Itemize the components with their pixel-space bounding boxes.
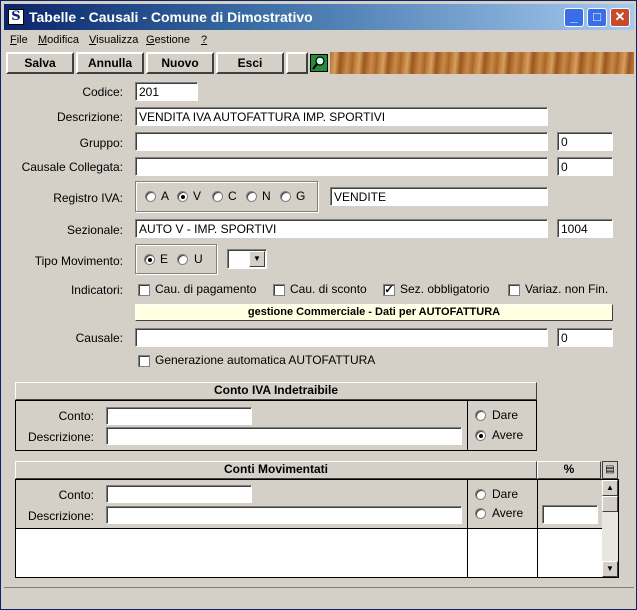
- maximize-button[interactable]: □: [587, 8, 607, 27]
- menu-gestione[interactable]: Gestione: [146, 34, 190, 46]
- minimize-button[interactable]: _: [564, 8, 584, 27]
- scroll-down-icon[interactable]: ▼: [602, 561, 618, 577]
- conti-mov-avere-radio[interactable]: [475, 508, 486, 519]
- registro-radio-a-label: A: [161, 189, 170, 203]
- title-bar: S Tabelle - Causali - Comune di Dimostra…: [4, 4, 634, 30]
- conti-mov-descrizione-input[interactable]: [106, 506, 462, 524]
- gruppo-input[interactable]: [135, 132, 548, 151]
- indicatore-cau-sconto-label: Cau. di sconto: [290, 282, 367, 296]
- causale-collegata-code-input[interactable]: 0: [557, 157, 613, 176]
- sezionale-code-input[interactable]: 1004: [557, 219, 613, 238]
- conto-iva-descrizione-input[interactable]: [106, 427, 462, 445]
- indicatore-variaz-label: Variaz. non Fin.: [525, 282, 609, 296]
- registro-radio-g[interactable]: [280, 191, 291, 202]
- registro-radio-c-label: C: [228, 189, 237, 203]
- indicatore-variaz-checkbox[interactable]: [508, 284, 520, 296]
- percent-header: %: [537, 461, 601, 479]
- registro-radio-v[interactable]: [177, 191, 188, 202]
- causale-code-input[interactable]: 0: [557, 328, 613, 347]
- conto-iva-avere-label: Avere: [492, 428, 524, 442]
- causale-label: Causale:: [75, 331, 123, 345]
- generazione-automatica-label: Generazione automatica AUTOFATTURA: [155, 353, 376, 367]
- indicatore-cau-pagamento-label: Cau. di pagamento: [155, 282, 257, 296]
- conto-iva-descrizione-label: Descrizione:: [27, 430, 94, 444]
- conti-mov-avere-label: Avere: [492, 506, 524, 520]
- descrizione-input[interactable]: VENDITA IVA AUTOFATTURA IMP. SPORTIVI: [135, 107, 548, 126]
- gestione-commerciale-bar: gestione Commerciale - Dati per AUTOFATT…: [135, 304, 613, 321]
- esci-button[interactable]: Esci: [216, 52, 284, 74]
- conti-mov-dare-radio[interactable]: [475, 489, 486, 500]
- vertical-scrollbar[interactable]: ▲ ▼: [602, 480, 618, 577]
- causale-collegata-label: Causale Collegata:: [21, 160, 123, 174]
- tipo-radio-e-label: E: [160, 252, 169, 266]
- registro-radio-n[interactable]: [246, 191, 257, 202]
- app-icon: S: [8, 9, 24, 25]
- tipo-radio-e[interactable]: [144, 254, 155, 265]
- conto-iva-header: Conto IVA Indetraibile: [15, 382, 537, 400]
- registro-radio-n-label: N: [262, 189, 271, 203]
- menu-bar: File Modifica Visualizza Gestione ?: [4, 32, 634, 50]
- gruppo-label: Gruppo:: [79, 136, 123, 150]
- indicatore-cau-pagamento-checkbox[interactable]: [138, 284, 150, 296]
- menu-modifica[interactable]: Modifica: [38, 34, 79, 46]
- scroll-up-icon[interactable]: ▲: [602, 480, 618, 496]
- conti-movimentati-header: Conti Movimentati: [15, 461, 537, 479]
- sezionale-label: Sezionale:: [66, 223, 123, 237]
- menu-file[interactable]: File: [10, 34, 28, 46]
- conti-mov-conto-label: Conto:: [58, 488, 94, 502]
- menu-help[interactable]: ?: [201, 34, 207, 46]
- annulla-button[interactable]: Annulla: [76, 52, 144, 74]
- search-icon[interactable]: [310, 54, 328, 72]
- scroll-thumb[interactable]: [602, 496, 618, 512]
- conto-iva-conto-label: Conto:: [58, 409, 94, 423]
- tipo-movimento-combo[interactable]: ▼: [227, 249, 267, 269]
- conti-mov-dare-label: Dare: [492, 487, 519, 501]
- salva-button[interactable]: Salva: [6, 52, 74, 74]
- codice-input[interactable]: 201: [135, 82, 198, 101]
- list-options-icon[interactable]: ▤: [602, 461, 618, 479]
- registro-iva-group: A V C N G: [135, 181, 318, 212]
- registro-radio-a[interactable]: [145, 191, 156, 202]
- nuovo-button[interactable]: Nuovo: [146, 52, 214, 74]
- blank-tool-button[interactable]: [286, 52, 308, 74]
- conti-movimentati-grid: Conto: Descrizione: Dare Avere ▲ ▼: [15, 479, 619, 578]
- percent-input[interactable]: [542, 505, 598, 524]
- tipo-movimento-group: E U: [135, 244, 217, 274]
- menu-visualizza[interactable]: Visualizza: [89, 34, 138, 46]
- generazione-automatica-checkbox[interactable]: [138, 355, 150, 367]
- toolbar: Salva Annulla Nuovo Esci: [4, 51, 634, 75]
- registro-radio-c[interactable]: [212, 191, 223, 202]
- indicatore-sez-obbligatorio-label: Sez. obbligatorio: [400, 282, 490, 296]
- conto-iva-dare-radio[interactable]: [475, 410, 486, 421]
- descrizione-label: Descrizione:: [56, 110, 123, 124]
- status-bar: [4, 587, 634, 607]
- indicatore-sez-obbligatorio-checkbox[interactable]: ✓: [383, 284, 395, 296]
- tipo-radio-u-label: U: [194, 252, 203, 266]
- registro-radio-v-label: V: [193, 189, 202, 203]
- close-button[interactable]: ✕: [610, 8, 630, 27]
- conto-iva-conto-input[interactable]: [106, 407, 252, 425]
- registro-radio-g-label: G: [296, 189, 306, 203]
- registro-iva-input[interactable]: VENDITE: [330, 187, 548, 206]
- tipo-movimento-label: Tipo Movimento:: [34, 254, 123, 268]
- window-title: Tabelle - Causali - Comune di Dimostrati…: [29, 9, 313, 25]
- toolbar-banner: [330, 52, 634, 74]
- indicatore-cau-sconto-checkbox[interactable]: [273, 284, 285, 296]
- conto-iva-dare-label: Dare: [492, 408, 519, 422]
- gruppo-code-input[interactable]: 0: [557, 132, 613, 151]
- tipo-radio-u[interactable]: [177, 254, 188, 265]
- causale-collegata-input[interactable]: [135, 157, 548, 176]
- causale-input[interactable]: [135, 328, 548, 347]
- codice-label: Codice:: [82, 85, 123, 99]
- indicatori-label: Indicatori:: [70, 283, 123, 297]
- conto-iva-panel: Conto: Descrizione: Dare Avere: [15, 400, 537, 451]
- conti-mov-descrizione-label: Descrizione:: [27, 509, 94, 523]
- chevron-down-icon[interactable]: ▼: [249, 251, 265, 267]
- conti-mov-conto-input[interactable]: [106, 485, 252, 503]
- conto-iva-avere-radio[interactable]: [475, 430, 486, 441]
- main-window: S Tabelle - Causali - Comune di Dimostra…: [0, 0, 637, 610]
- sezionale-input[interactable]: AUTO V - IMP. SPORTIVI: [135, 219, 548, 238]
- registro-iva-label: Registro IVA:: [53, 191, 123, 205]
